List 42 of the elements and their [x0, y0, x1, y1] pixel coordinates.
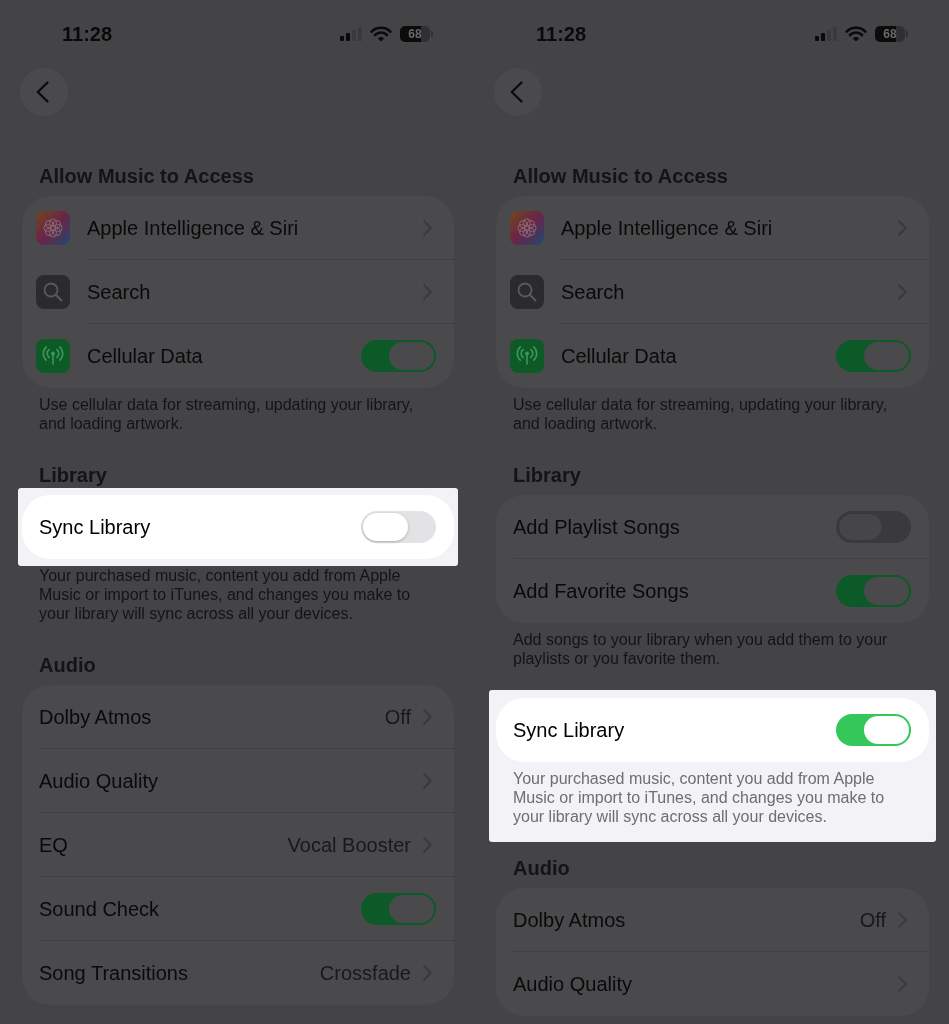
wifi-icon	[845, 26, 867, 42]
search-icon	[510, 275, 544, 309]
row-label: Add Favorite Songs	[513, 579, 690, 604]
back-button[interactable]	[20, 68, 68, 116]
battery-indicator: 68	[400, 26, 433, 42]
row-label: Add Playlist Songs	[513, 514, 681, 540]
row-label[interactable]: Audio Quality	[39, 765, 423, 796]
row-label[interactable]: EQ	[39, 829, 288, 860]
row-label[interactable]: Dolby Atmos	[513, 904, 860, 935]
row-label[interactable]: Search	[561, 276, 898, 307]
toggle-switch[interactable]	[836, 340, 911, 372]
antenna-icon	[510, 339, 544, 373]
row-label[interactable]: Search	[87, 276, 423, 307]
row-label[interactable]: Audio Quality	[513, 969, 898, 999]
gradient-flower-icon	[510, 211, 544, 245]
gradient-flower-icon	[36, 211, 70, 245]
status-time: 11:28	[536, 22, 587, 47]
chevron-left-icon	[510, 81, 523, 103]
signal-icon	[340, 27, 362, 41]
row-label: Sound Check	[39, 896, 161, 922]
section-footer: Your purchased music, content you add from Apple Music or import to iTunes, and changes you make to your library will sync across all your devices.	[496, 769, 898, 826]
search-icon	[36, 275, 70, 309]
toggle-switch[interactable]	[361, 511, 436, 543]
row-label: Cellular Data	[87, 344, 204, 369]
toggle-switch[interactable]	[361, 892, 436, 925]
status-time: 11:28	[62, 22, 113, 47]
row-label[interactable]: Apple Intelligence & Siri	[87, 212, 423, 243]
toggle-switch[interactable]	[361, 340, 436, 372]
toggle-switch[interactable]	[836, 714, 911, 746]
row-label: Sync Library	[39, 515, 152, 540]
row-label[interactable]: Dolby Atmos	[39, 701, 385, 732]
toggle-switch[interactable]	[836, 575, 911, 607]
chevron-left-icon	[36, 81, 49, 103]
row-label: Sync Library	[513, 718, 626, 743]
row-label: Cellular Data	[561, 344, 678, 369]
antenna-icon	[36, 339, 70, 373]
row-label[interactable]: Apple Intelligence & Siri	[561, 212, 898, 243]
back-button[interactable]	[494, 68, 542, 116]
battery-indicator: 68	[875, 26, 908, 42]
signal-icon	[815, 27, 837, 41]
wifi-icon	[370, 26, 392, 42]
row-label[interactable]: Song Transitions	[39, 958, 320, 988]
